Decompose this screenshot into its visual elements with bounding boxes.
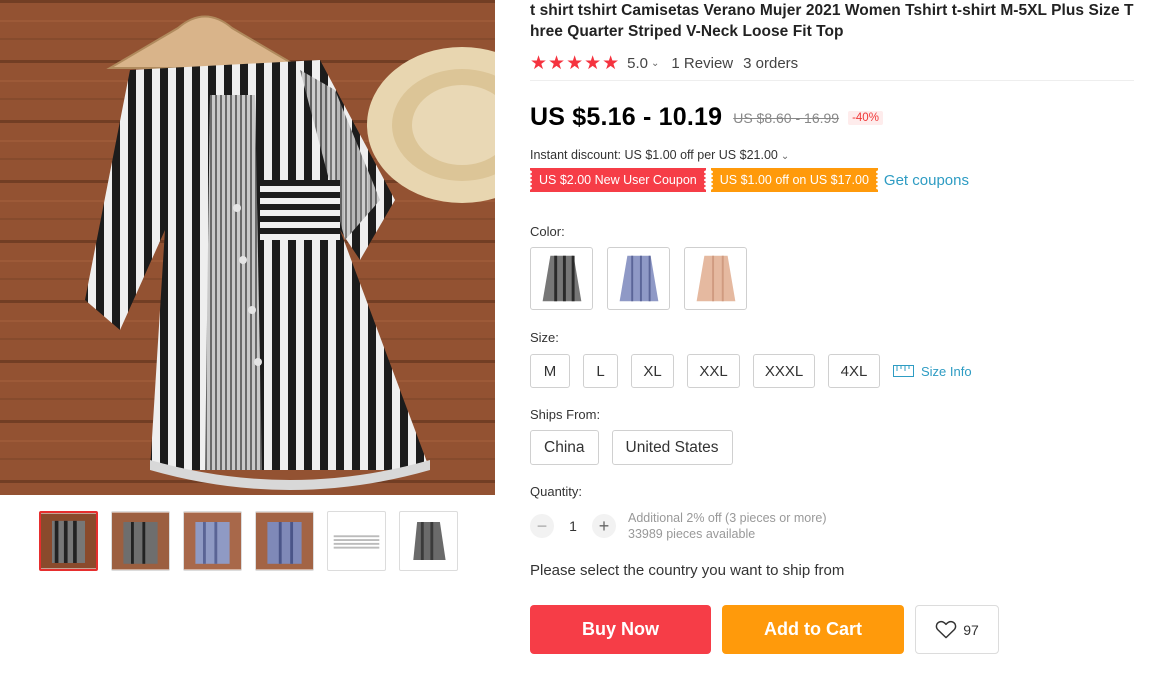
size-info-link[interactable]: Size Info: [893, 364, 972, 379]
quantity-increase-button[interactable]: +: [592, 514, 616, 538]
main-product-image[interactable]: [0, 0, 495, 495]
size-option-4xl[interactable]: 4XL: [828, 354, 880, 388]
rating-value[interactable]: 5.0: [627, 55, 648, 72]
ships-from-options: China United States: [530, 430, 1140, 465]
stock-available: 33989 pieces available: [628, 527, 756, 541]
color-option-pink[interactable]: [684, 247, 747, 310]
chevron-down-icon[interactable]: ⌄: [651, 58, 659, 69]
thumbnail-2[interactable]: [111, 511, 170, 571]
size-option-xxxl[interactable]: XXXL: [753, 354, 815, 388]
thumbnail-strip: [39, 511, 458, 571]
thumbnail-5[interactable]: [327, 511, 386, 571]
thumbnail-4[interactable]: [255, 511, 314, 571]
quantity-info: Additional 2% off (3 pieces or more) 339…: [628, 510, 826, 542]
chevron-down-icon: ⌄: [780, 151, 790, 162]
quantity-stepper: − 1 + Additional 2% off (3 pieces or mor…: [530, 511, 1140, 541]
wishlist-button[interactable]: 97: [915, 605, 999, 654]
quantity-decrease-button[interactable]: −: [530, 514, 554, 538]
color-option-blue-striped[interactable]: [607, 247, 670, 310]
size-info-label: Size Info: [921, 363, 972, 379]
wishlist-count: 97: [963, 621, 979, 638]
color-label: Color:: [530, 224, 565, 239]
ships-from-china[interactable]: China: [530, 430, 599, 465]
bulk-discount-note: Additional 2% off (3 pieces or more): [628, 511, 827, 525]
price-row: US $5.16 - 10.19 US $8.60 - 16.99 -40%: [530, 101, 1140, 133]
size-options: M L XL XXL XXXL 4XL Size Info: [530, 354, 1140, 388]
buy-now-button[interactable]: Buy Now: [530, 605, 711, 654]
action-buttons: Buy Now Add to Cart 97: [530, 605, 1140, 654]
thumbnail-3[interactable]: [183, 511, 242, 571]
size-option-l[interactable]: L: [583, 354, 618, 388]
new-user-coupon[interactable]: US $2.00 New User Coupon: [529, 168, 707, 192]
color-options: [530, 247, 1140, 310]
color-option-gray-striped[interactable]: [530, 247, 593, 310]
review-count-link[interactable]: 1 Review: [671, 55, 733, 72]
thumbnail-6[interactable]: [399, 511, 458, 571]
instant-discount-text: Instant discount: US $1.00 off per US $2…: [530, 148, 778, 162]
thumbnail-1[interactable]: [39, 511, 98, 571]
heart-icon: [935, 620, 957, 639]
original-price: US $8.60 - 16.99: [733, 110, 840, 126]
divider: [530, 80, 1134, 81]
product-title: t shirt tshirt Camisetas Verano Mujer 20…: [530, 2, 1134, 40]
quantity-label: Quantity:: [530, 484, 583, 499]
star-rating-icon: ★★★★★: [530, 52, 621, 74]
size-option-m[interactable]: M: [530, 354, 570, 388]
ships-from-united-states[interactable]: United States: [611, 430, 733, 465]
product-info-panel: t shirt tshirt Camisetas Verano Mujer 20…: [529, 0, 1140, 654]
store-coupon[interactable]: US $1.00 off on US $17.00: [709, 168, 880, 192]
size-label: Size:: [530, 330, 559, 345]
orders-count: 3 orders: [743, 54, 799, 72]
ship-country-prompt: Please select the country you want to sh…: [530, 562, 845, 579]
instant-discount[interactable]: Instant discount: US $1.00 off per US $2…: [530, 148, 1140, 164]
size-option-xxl[interactable]: XXL: [687, 354, 740, 388]
ships-from-label: Ships From:: [530, 407, 601, 422]
ruler-icon: [893, 365, 914, 377]
add-to-cart-button[interactable]: Add to Cart: [722, 605, 904, 654]
discount-badge: -40%: [848, 111, 883, 125]
current-price: US $5.16 - 10.19: [530, 102, 723, 131]
product-photo: [0, 0, 495, 495]
coupon-row: US $2.00 New User Coupon US $1.00 off on…: [529, 167, 1140, 193]
size-option-xl[interactable]: XL: [631, 354, 674, 388]
quantity-value[interactable]: 1: [554, 518, 592, 534]
get-coupons-link[interactable]: Get coupons: [884, 172, 969, 189]
rating-row: ★★★★★ 5.0 ⌄ 1 Review 3 orders: [530, 52, 1140, 74]
